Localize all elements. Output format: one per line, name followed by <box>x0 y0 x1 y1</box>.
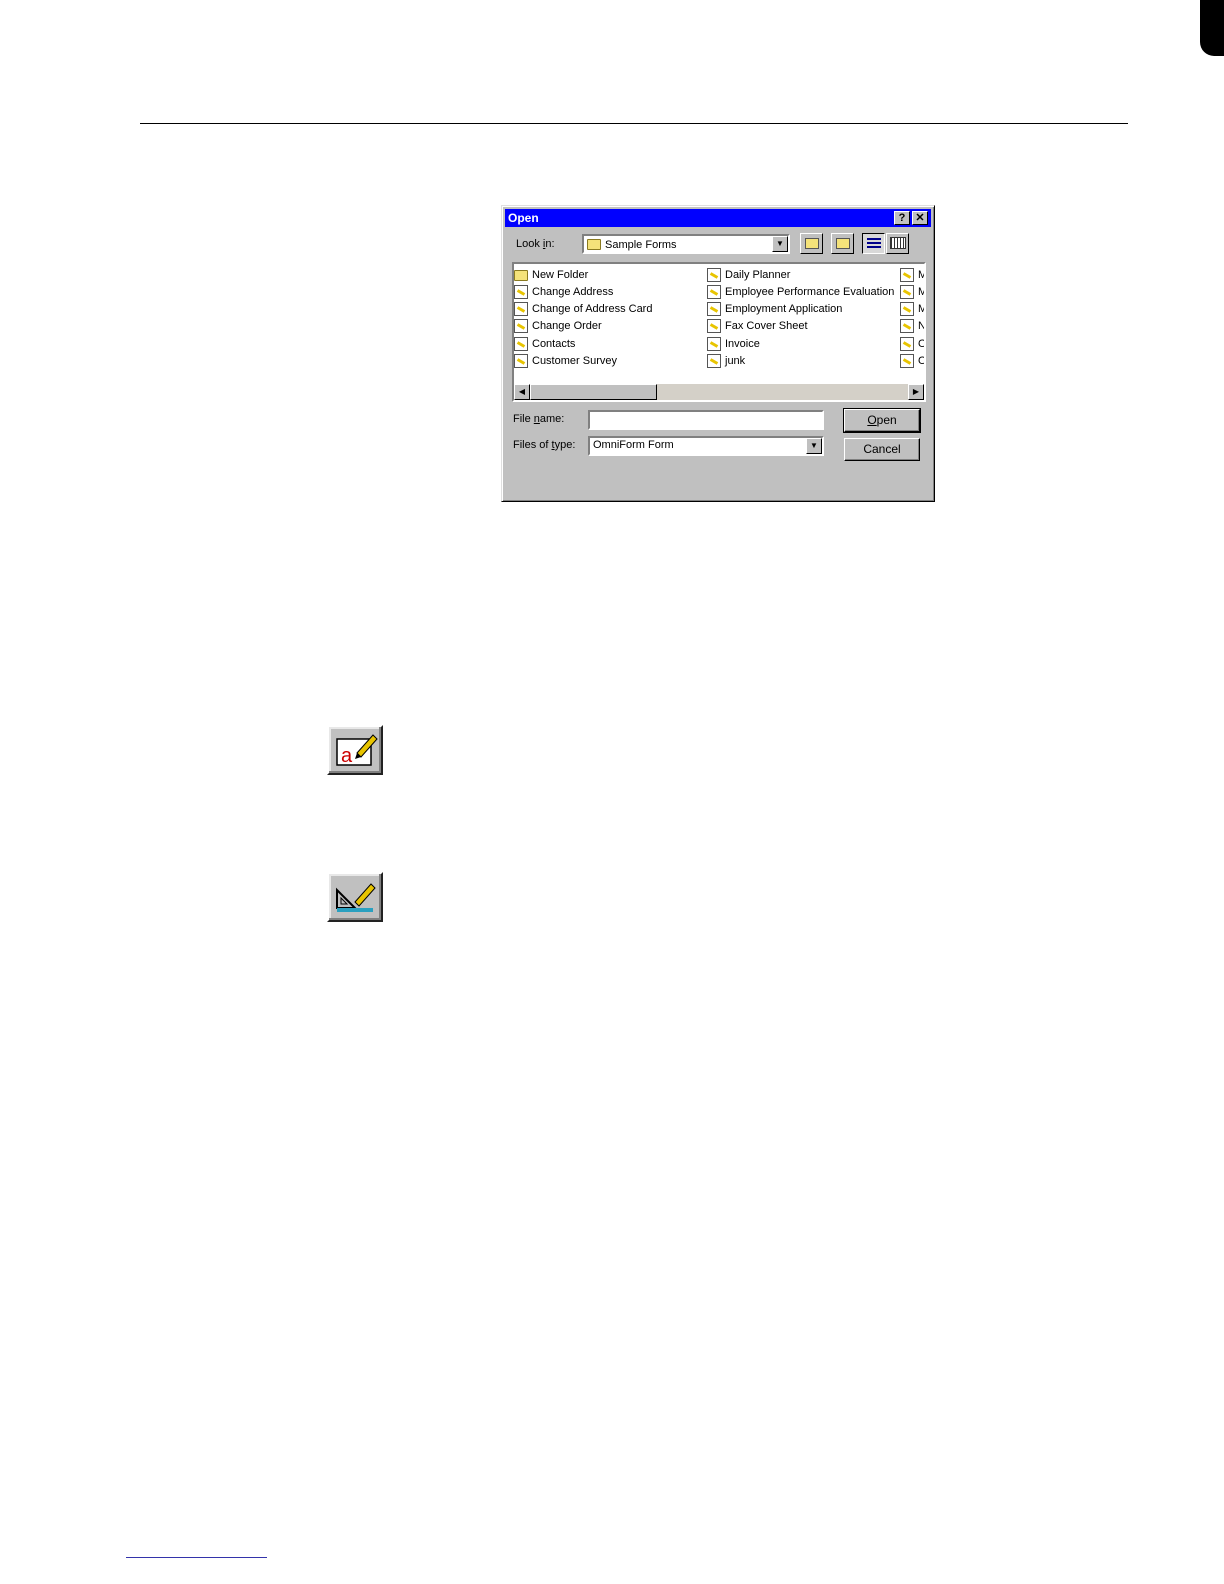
form-document-icon <box>707 302 721 317</box>
design-mode-button[interactable] <box>327 872 383 922</box>
form-document-icon <box>514 354 528 368</box>
form-document-icon <box>707 319 721 334</box>
file-item-label: Employment Application <box>725 303 843 316</box>
new-folder-button[interactable] <box>831 233 854 254</box>
file-item[interactable]: M <box>900 266 924 283</box>
svg-text:a: a <box>341 745 353 767</box>
file-item[interactable]: Fax Cover Sheet <box>707 318 808 335</box>
folder-item[interactable]: New Folder <box>514 266 588 283</box>
dialog-titlebar: Open ? ✕ <box>505 209 931 227</box>
form-document-icon <box>900 354 914 368</box>
form-document-icon <box>900 267 914 282</box>
form-document-icon <box>900 302 914 317</box>
file-item[interactable]: Change Address <box>514 283 613 300</box>
file-item-label: Employee Performance Evaluation <box>725 285 895 298</box>
file-item-label: M <box>918 303 924 315</box>
file-item[interactable]: Change Order <box>514 318 602 335</box>
cancel-button[interactable]: Cancel <box>844 438 920 461</box>
file-name-input[interactable] <box>588 410 824 430</box>
file-item-label: N <box>918 320 926 333</box>
chevron-down-icon[interactable]: ▼ <box>772 236 788 252</box>
open-dialog: Open ? ✕ Look in: Sample Forms ▼ ◀ ▶ New… <box>501 205 935 502</box>
chevron-down-icon[interactable]: ▼ <box>806 438 822 454</box>
file-item-label: O <box>918 355 926 367</box>
file-item-label: Invoice <box>725 337 760 350</box>
scroll-left-icon[interactable]: ◀ <box>514 384 530 400</box>
details-view-icon <box>889 237 906 249</box>
file-item[interactable]: Employee Performance Evaluation <box>707 283 894 300</box>
help-button[interactable]: ? <box>894 211 910 225</box>
file-item-label: O <box>918 337 926 350</box>
file-item[interactable]: Employment Application <box>707 301 842 318</box>
file-item-label: junk <box>725 355 746 367</box>
file-item[interactable]: Invoice <box>707 335 760 352</box>
new-folder-icon <box>835 238 850 249</box>
file-item[interactable]: Customer Survey <box>514 353 617 370</box>
look-in-select[interactable]: Sample Forms ▼ <box>582 234 790 254</box>
form-document-icon <box>900 336 914 351</box>
file-item-label: New Folder <box>532 268 589 281</box>
details-view-button[interactable] <box>886 233 909 254</box>
file-item-label: Customer Survey <box>532 355 617 367</box>
form-document-icon <box>900 284 914 299</box>
file-item[interactable]: O <box>900 353 926 370</box>
file-item[interactable]: Contacts <box>514 335 575 352</box>
top-rule <box>140 123 1128 124</box>
file-item[interactable]: M <box>900 301 924 318</box>
list-view-button[interactable] <box>862 233 885 254</box>
files-of-type-select[interactable]: OmniForm Form ▼ <box>588 436 824 456</box>
open-button[interactable]: Open <box>843 408 921 433</box>
files-of-type-label: Files of type: <box>513 439 576 451</box>
look-in-label: Look in: <box>516 238 555 250</box>
look-in-value: Sample Forms <box>587 237 677 251</box>
form-document-icon <box>514 284 528 299</box>
files-of-type-value: OmniForm Form <box>593 439 674 451</box>
file-item-label: M <box>918 269 924 281</box>
file-item-label: Change Order <box>532 320 602 333</box>
folder-icon <box>514 270 528 281</box>
list-view-icon <box>866 238 881 249</box>
scroll-right-icon[interactable]: ▶ <box>908 384 924 400</box>
form-document-icon <box>514 336 528 351</box>
fill-mode-button[interactable]: a <box>327 725 383 775</box>
folder-icon <box>587 239 601 250</box>
file-item[interactable]: N <box>900 318 926 335</box>
form-document-icon <box>514 302 528 317</box>
form-document-icon <box>707 354 721 368</box>
file-item-label: M <box>918 286 924 298</box>
file-item-label: Daily Planner <box>725 268 791 281</box>
file-item-label: Fax Cover Sheet <box>725 320 808 333</box>
file-name-label: File name: <box>513 413 565 425</box>
form-document-icon <box>900 319 914 334</box>
form-document-icon <box>707 284 721 299</box>
file-item[interactable]: Daily Planner <box>707 266 790 283</box>
form-document-icon <box>707 336 721 351</box>
file-item[interactable]: Change of Address Card <box>514 301 652 318</box>
design-mode-icon <box>336 883 376 912</box>
close-button[interactable]: ✕ <box>912 211 928 225</box>
form-document-icon <box>707 267 721 282</box>
file-list[interactable]: ◀ ▶ New Folder Change Address Change of Ad… <box>512 262 926 402</box>
file-item-label: Change Address <box>532 285 614 298</box>
horizontal-scrollbar[interactable]: ◀ ▶ <box>514 384 924 400</box>
scroll-thumb[interactable] <box>530 384 657 400</box>
file-item[interactable]: junk <box>707 353 745 370</box>
page-thumb-tab <box>1200 0 1224 56</box>
footer-rule <box>126 1557 267 1558</box>
form-document-icon <box>514 319 528 334</box>
file-item-label: Change of Address Card <box>532 303 653 316</box>
up-one-level-button[interactable] <box>800 233 823 254</box>
file-item-label: Contacts <box>532 337 576 350</box>
dialog-title: Open <box>508 211 539 225</box>
folder-up-icon <box>804 238 819 249</box>
file-item[interactable]: M <box>900 283 924 300</box>
file-item[interactable]: O <box>900 335 926 352</box>
fill-mode-icon: a <box>336 734 378 767</box>
